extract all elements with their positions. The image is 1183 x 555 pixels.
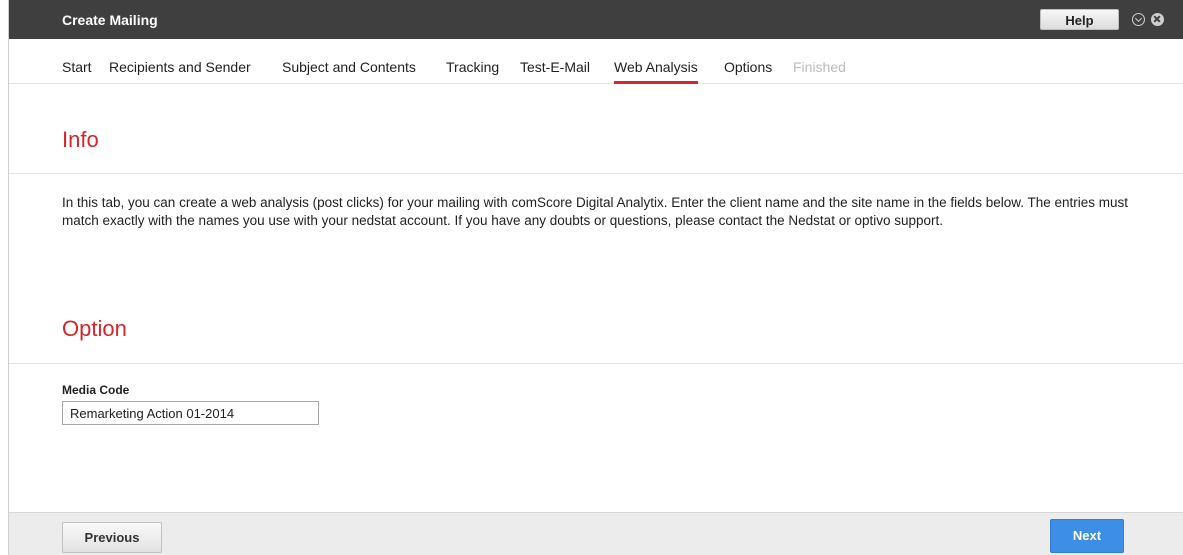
tab-tracking[interactable]: Tracking xyxy=(446,59,499,75)
title-bar: Create Mailing Help xyxy=(9,0,1183,39)
tab-recipients-and-sender[interactable]: Recipients and Sender xyxy=(109,59,251,75)
info-section-header: Info xyxy=(9,84,1183,174)
next-button[interactable]: Next xyxy=(1050,519,1124,553)
collapse-icon[interactable] xyxy=(1132,13,1145,26)
info-heading: Info xyxy=(62,127,99,152)
tab-options[interactable]: Options xyxy=(724,59,772,75)
media-code-label: Media Code xyxy=(62,383,130,397)
option-section-header: Option xyxy=(9,264,1183,364)
tab-test-e-mail[interactable]: Test-E-Mail xyxy=(520,59,590,75)
footer-bar: Previous Next xyxy=(9,512,1183,555)
option-heading: Option xyxy=(62,316,127,341)
window-title: Create Mailing xyxy=(62,12,158,28)
help-button[interactable]: Help xyxy=(1040,9,1119,30)
wizard-tabs: Start Recipients and Sender Subject and … xyxy=(9,39,1183,84)
tab-subject-and-contents[interactable]: Subject and Contents xyxy=(282,59,416,75)
tab-web-analysis[interactable]: Web Analysis xyxy=(614,59,698,84)
info-text: In this tab, you can create a web analys… xyxy=(62,195,1129,228)
previous-button[interactable]: Previous xyxy=(62,522,162,553)
create-mailing-window: Create Mailing Help Start Recipients and… xyxy=(8,0,1183,555)
tab-finished: Finished xyxy=(793,59,846,75)
tab-start[interactable]: Start xyxy=(62,59,92,75)
media-code-input[interactable] xyxy=(62,401,319,425)
close-icon[interactable] xyxy=(1151,13,1164,26)
